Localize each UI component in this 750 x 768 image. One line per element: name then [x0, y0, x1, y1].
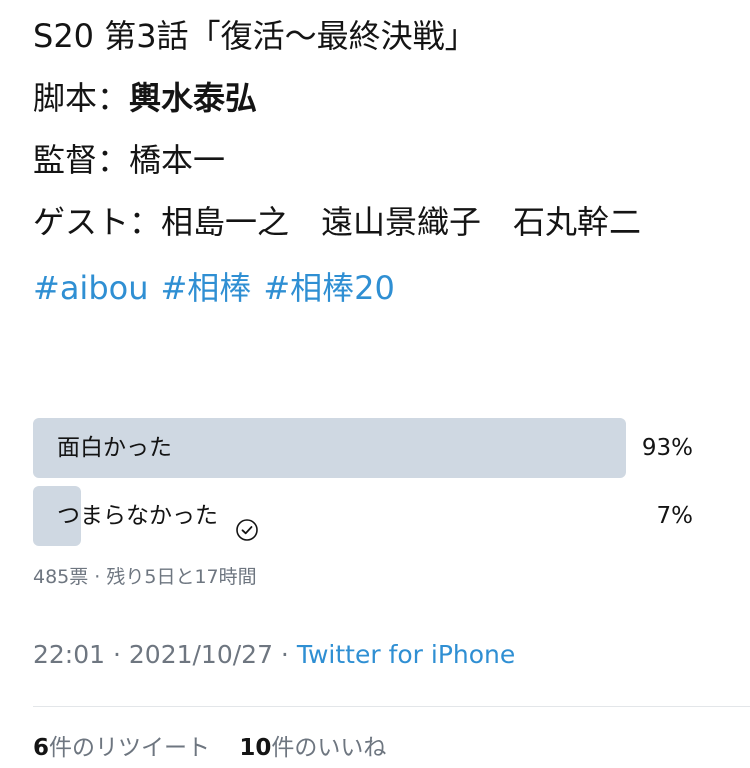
likes-count: 10 — [239, 735, 272, 761]
director-line: 監督：橋本一 — [33, 129, 723, 191]
check-circle-icon — [235, 505, 259, 541]
director-name: 橋本一 — [129, 141, 226, 179]
poll-option-2: つまらなかった 7% — [33, 486, 693, 546]
engagement-stats: 6件のリツイート 10件のいいね — [33, 728, 408, 762]
poll-option-label: つまらなかった — [57, 503, 218, 529]
retweets-count: 6 — [33, 735, 50, 761]
hashtag-link[interactable]: #aibou — [33, 269, 148, 307]
retweets-label: 件のリツイート — [49, 735, 211, 761]
poll-option-percent: 93% — [641, 435, 693, 461]
poll-votes-remaining: 485票 · 残り5日と17時間 — [33, 566, 257, 588]
poll: 面白かった 93% つまらなかった 7% 485票 · 残り5日と17時間 — [33, 418, 693, 589]
poll-option-1: 面白かった 93% — [33, 418, 693, 478]
tweet-source-link[interactable]: Twitter for iPhone — [297, 640, 515, 669]
guest-label: ゲスト： — [33, 203, 162, 241]
hashtag-link[interactable]: #相棒20 — [263, 269, 395, 307]
likes-label: 件のいいね — [271, 735, 387, 761]
tweet-timestamp: 22:01 · 2021/10/27 · Twitter for iPhone — [33, 640, 515, 669]
likes-stat[interactable]: 10件のいいね — [239, 735, 386, 761]
retweets-stat[interactable]: 6件のリツイート — [33, 735, 210, 761]
timestamp-time-date: 22:01 · 2021/10/27 · — [33, 640, 297, 669]
poll-option-label: 面白かった — [57, 435, 172, 461]
director-label: 監督： — [33, 141, 130, 179]
writer-line: 脚本：輿水泰弘 — [33, 67, 723, 129]
writer-label: 脚本： — [33, 79, 130, 117]
poll-option-label-wrap: つまらなかった — [57, 486, 259, 546]
writer-name: 輿水泰弘 — [129, 79, 258, 117]
tweet-title: S20 第3話「復活〜最終決戦」 — [33, 17, 477, 55]
hashtag-link[interactable]: #相棒 — [160, 269, 251, 307]
poll-option-percent: 7% — [656, 503, 694, 529]
guest-names: 相島一之 遠山景織子 石丸幹二 — [161, 203, 642, 241]
tweet-body: S20 第3話「復活〜最終決戦」 脚本：輿水泰弘 監督：橋本一 ゲスト：相島一之… — [33, 0, 723, 319]
hashtags: #aibou #相棒 #相棒20 — [33, 257, 723, 319]
guest-line: ゲスト：相島一之 遠山景織子 石丸幹二 — [33, 191, 723, 253]
divider — [33, 706, 750, 707]
